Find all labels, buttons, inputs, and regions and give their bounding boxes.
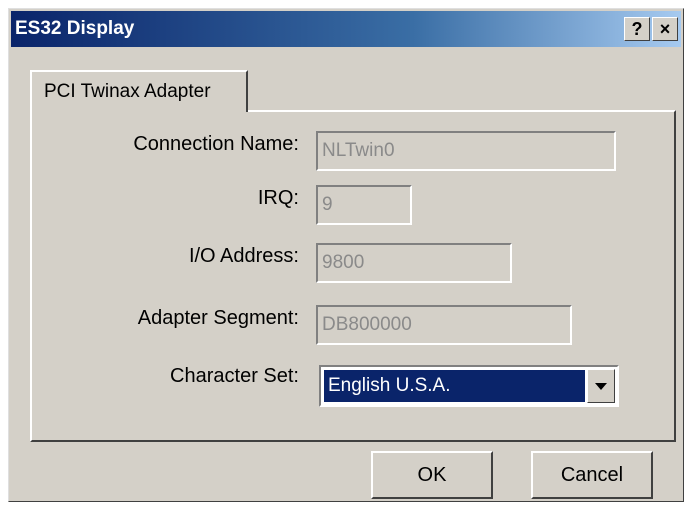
dialog-window: ES32 Display ? × PCI Twinax Adapter Conn… bbox=[8, 8, 684, 502]
chevron-down-icon bbox=[595, 383, 607, 390]
character-set-label: Character Set: bbox=[170, 365, 299, 387]
tab-pci-twinax-adapter[interactable]: PCI Twinax Adapter bbox=[30, 70, 248, 112]
ok-button[interactable]: OK bbox=[371, 451, 493, 499]
close-icon: × bbox=[659, 19, 671, 39]
connection-name-field[interactable]: NLTwin0 bbox=[316, 131, 616, 171]
io-address-field[interactable]: 9800 bbox=[316, 243, 512, 283]
adapter-segment-label: Adapter Segment: bbox=[137, 307, 299, 329]
adapter-segment-field[interactable]: DB800000 bbox=[316, 305, 572, 345]
cancel-button[interactable]: Cancel bbox=[531, 451, 653, 499]
title-bar[interactable]: ES32 Display ? × bbox=[11, 11, 681, 47]
close-button[interactable]: × bbox=[652, 17, 678, 41]
irq-field[interactable]: 9 bbox=[316, 185, 412, 225]
connection-name-label: Connection Name: bbox=[133, 133, 299, 155]
window-title: ES32 Display bbox=[15, 18, 135, 39]
character-set-select[interactable]: English U.S.A. bbox=[319, 365, 619, 407]
help-button[interactable]: ? bbox=[624, 17, 650, 41]
irq-label: IRQ: bbox=[257, 187, 299, 209]
io-address-label: I/O Address: bbox=[188, 245, 299, 267]
character-set-value: English U.S.A. bbox=[324, 370, 585, 402]
dropdown-arrow-button[interactable] bbox=[587, 369, 615, 403]
help-icon: ? bbox=[631, 19, 643, 39]
